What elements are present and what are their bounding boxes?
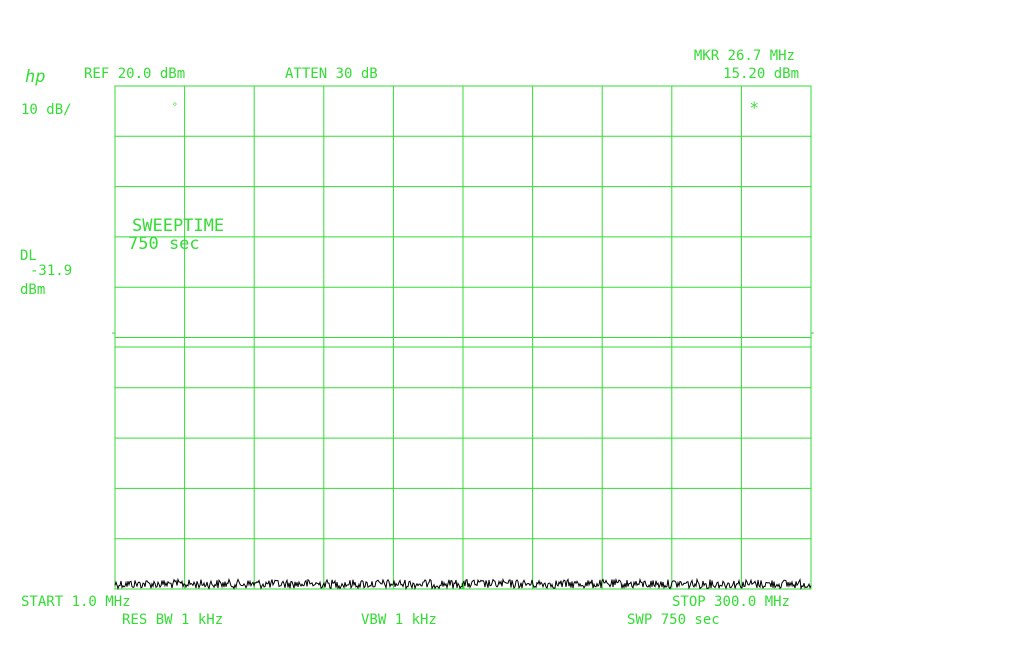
video-bandwidth: VBW 1 kHz (361, 612, 437, 628)
resolution-bandwidth: RES BW 1 kHz (122, 612, 224, 628)
start-frequency: START 1.0 MHz (21, 594, 131, 610)
spectrum-plot: ° * (112, 85, 814, 591)
sweeptime-label: SWEEPTIME (132, 216, 225, 236)
graticule-grid (112, 85, 814, 590)
sweeptime-value: 750 sec (128, 234, 200, 254)
marker-asterisk: * (749, 98, 759, 117)
marker-point: ° (172, 102, 178, 113)
sweep-time: SWP 750 sec (627, 612, 720, 628)
stop-frequency: STOP 300.0 MHz (671, 594, 790, 610)
